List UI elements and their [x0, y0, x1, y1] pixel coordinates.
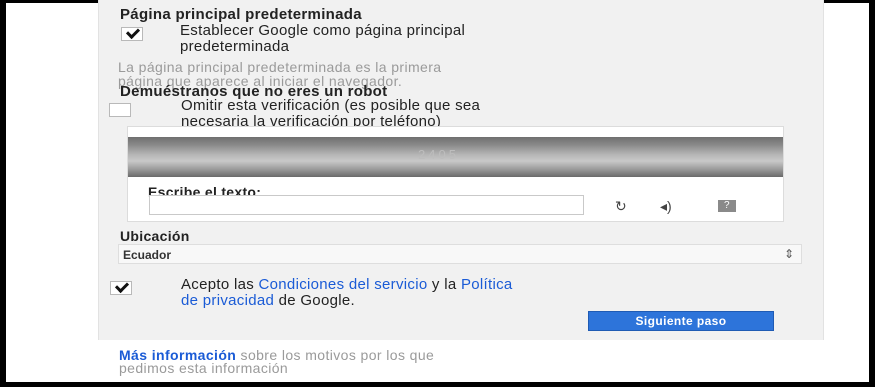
skip-verification-checkbox[interactable]: [109, 103, 131, 117]
next-step-button[interactable]: Siguiente paso: [588, 311, 774, 331]
set-homepage-checkbox[interactable]: [121, 27, 143, 41]
terms-label: Acepto las Condiciones del servicio y la…: [181, 276, 513, 309]
help-icon[interactable]: ?: [718, 200, 736, 212]
select-arrows-icon: ⇕: [783, 247, 794, 261]
location-select[interactable]: Ecuador ⇕: [118, 244, 802, 264]
footer-info: Más información sobre los motivos por lo…: [119, 347, 435, 376]
captcha-input[interactable]: [149, 195, 584, 215]
set-homepage-label: Establecer Google como página principal …: [180, 22, 466, 55]
location-selected-value: Ecuador: [123, 248, 172, 262]
location-label: Ubicación: [120, 228, 190, 244]
captcha-image: 2405: [128, 137, 783, 177]
terms-of-service-link[interactable]: Condiciones del servicio: [259, 276, 428, 293]
captcha-text: 2405: [418, 147, 459, 162]
refresh-icon[interactable]: ↻: [615, 198, 627, 215]
audio-icon[interactable]: ◂): [660, 198, 672, 215]
accept-terms-checkbox[interactable]: [110, 281, 132, 295]
privacy-policy-link-part1[interactable]: Política: [461, 276, 513, 293]
default-homepage-heading: Página principal predeterminada: [120, 6, 362, 23]
privacy-policy-link-part2[interactable]: de privacidad: [181, 292, 274, 309]
